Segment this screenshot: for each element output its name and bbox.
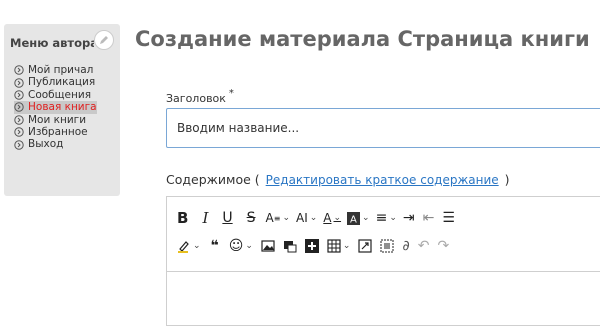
author-menu-list: Мой причал Публикация Сообщения Новая кн… — [14, 64, 97, 151]
background-color-icon[interactable]: A ⌄ — [347, 207, 370, 229]
title-field-label: Заголовок * — [166, 88, 234, 105]
content-editor[interactable]: B I U S A ≡ ⌄ AI ⌄ A ⌄ A ⌄ ≡ ⌄ ⇥ ⇤ ☰ ⌄ ❝ ☺ ⌄ ⌄ … — [166, 196, 600, 326]
title-label-text: Заголовок — [166, 92, 226, 105]
menu-item-my-books[interactable]: Мои книги — [14, 114, 97, 126]
emoji-icon[interactable]: ☺ ⌄ — [229, 235, 253, 257]
outdent-icon[interactable]: ⇤ — [423, 207, 435, 229]
edit-summary-link[interactable]: Редактировать краткое содержание — [266, 173, 499, 187]
font-family-icon[interactable]: A ≡ ⌄ — [266, 207, 290, 229]
svg-text:A: A — [350, 214, 357, 225]
redo-icon[interactable]: ↷ — [437, 235, 449, 257]
menu-item-favorites[interactable]: Избранное — [14, 126, 97, 138]
content-field-label: Содержимое ( Редактировать краткое содерж… — [166, 172, 510, 187]
menu-item-messages[interactable]: Сообщения — [14, 89, 97, 101]
arrow-circle-icon — [14, 65, 24, 75]
author-menu: Меню автора Мой причал Публикация Сообще… — [4, 24, 120, 196]
font-color-icon[interactable]: A ⌄ — [323, 207, 341, 229]
insert-block-icon[interactable] — [304, 235, 319, 257]
arrow-circle-icon — [14, 77, 24, 88]
toolbar-divider — [167, 271, 600, 272]
strikethrough-icon[interactable]: S — [247, 207, 256, 229]
content-label-close: ) — [504, 172, 510, 187]
menu-item-new-book[interactable]: Новая книга — [14, 101, 97, 114]
author-menu-title: Меню автора — [10, 36, 94, 50]
arrow-circle-icon — [14, 90, 24, 100]
required-mark: * — [228, 88, 234, 99]
editor-toolbar-row-2: ⌄ ❝ ☺ ⌄ ⌄ ∂ ↶ ↷ — [167, 233, 449, 259]
fullscreen-icon[interactable] — [358, 235, 373, 257]
arrow-circle-icon — [14, 102, 24, 113]
menu-item-publication[interactable]: Публикация — [14, 76, 97, 88]
title-input-value: Вводим название... — [177, 121, 300, 135]
link-icon[interactable]: ∂ — [402, 235, 409, 257]
menu-item-my-harbor[interactable]: Мой причал — [14, 64, 97, 76]
align-icon[interactable]: ≡ ⌄ — [376, 207, 397, 229]
page-title: Создание материала Страница книги — [135, 27, 590, 51]
media-embed-icon[interactable] — [283, 235, 297, 257]
bulleted-list-icon[interactable]: ☰ — [442, 207, 455, 229]
insert-image-icon[interactable] — [261, 235, 275, 257]
indent-icon[interactable]: ⇥ — [403, 207, 415, 229]
pencil-icon — [100, 36, 108, 44]
menu-item-logout[interactable]: Выход — [14, 138, 97, 150]
edit-menu-button[interactable] — [94, 30, 114, 50]
bold-icon[interactable]: B — [177, 207, 188, 229]
source-code-icon[interactable] — [380, 235, 394, 257]
table-icon[interactable]: ⌄ — [327, 235, 350, 257]
underline-icon[interactable]: U — [222, 207, 232, 229]
blockquote-icon[interactable]: ❝ — [211, 235, 219, 257]
undo-icon[interactable]: ↶ — [418, 235, 430, 257]
font-size-icon[interactable]: AI ⌄ — [296, 207, 317, 229]
arrow-circle-icon — [14, 127, 24, 137]
highlight-icon[interactable]: ⌄ — [177, 235, 201, 257]
editor-toolbar-row-1: B I U S A ≡ ⌄ AI ⌄ A ⌄ A ⌄ ≡ ⌄ ⇥ ⇤ ☰ — [167, 205, 455, 231]
italic-icon[interactable]: I — [202, 207, 208, 229]
arrow-circle-icon — [14, 115, 24, 125]
content-label-text: Содержимое ( — [166, 172, 260, 187]
arrow-circle-icon — [14, 139, 24, 150]
title-input[interactable]: Вводим название... — [166, 108, 600, 148]
